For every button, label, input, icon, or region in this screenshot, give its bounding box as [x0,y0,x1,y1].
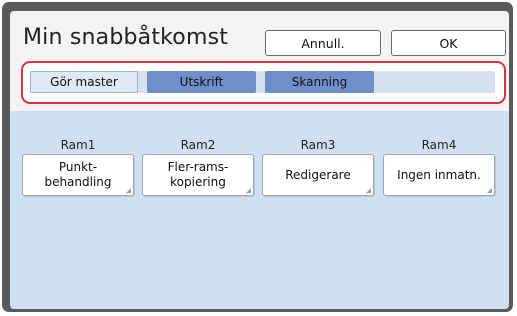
frame-label-4: Ram4 [421,138,457,152]
cancel-button[interactable]: Annull. [265,30,381,56]
tab-utskrift[interactable]: Utskrift [147,71,256,93]
tab-gor-master[interactable]: Gör master [30,71,138,93]
frame-button-3-label: Redigerare [285,167,351,182]
frame-button-4-label: Ingen inmatn. [397,167,481,182]
frame-label-2: Ram2 [180,138,216,152]
frame-label-3: Ram3 [300,138,336,152]
corner-mark-icon [487,188,492,193]
tab-skanning[interactable]: Skanning [265,71,374,93]
frame-button-3[interactable]: Redigerare [262,154,374,196]
corner-mark-icon [246,188,251,193]
frame-button-2[interactable]: Fler-rams- kopiering [142,154,254,196]
tab-bar-highlight: Gör master Utskrift Skanning [21,61,506,104]
device-frame: Min snabbåtkomst Annull. OK Gör master U… [2,2,513,312]
frame-button-1-label: Punkt- behandling [44,160,112,189]
page-title: Min snabbåtkomst [23,25,229,50]
corner-mark-icon [366,188,371,193]
frame-button-2-label: Fler-rams- kopiering [167,160,229,189]
frame-label-1: Ram1 [60,138,96,152]
corner-mark-icon [126,188,131,193]
frame-button-1[interactable]: Punkt- behandling [22,154,134,196]
frame-button-4[interactable]: Ingen inmatn. [383,154,495,196]
ok-button[interactable]: OK [391,30,506,56]
screen-panel: Min snabbåtkomst Annull. OK Gör master U… [10,11,509,309]
tab-strip: Gör master Utskrift Skanning [30,71,495,93]
